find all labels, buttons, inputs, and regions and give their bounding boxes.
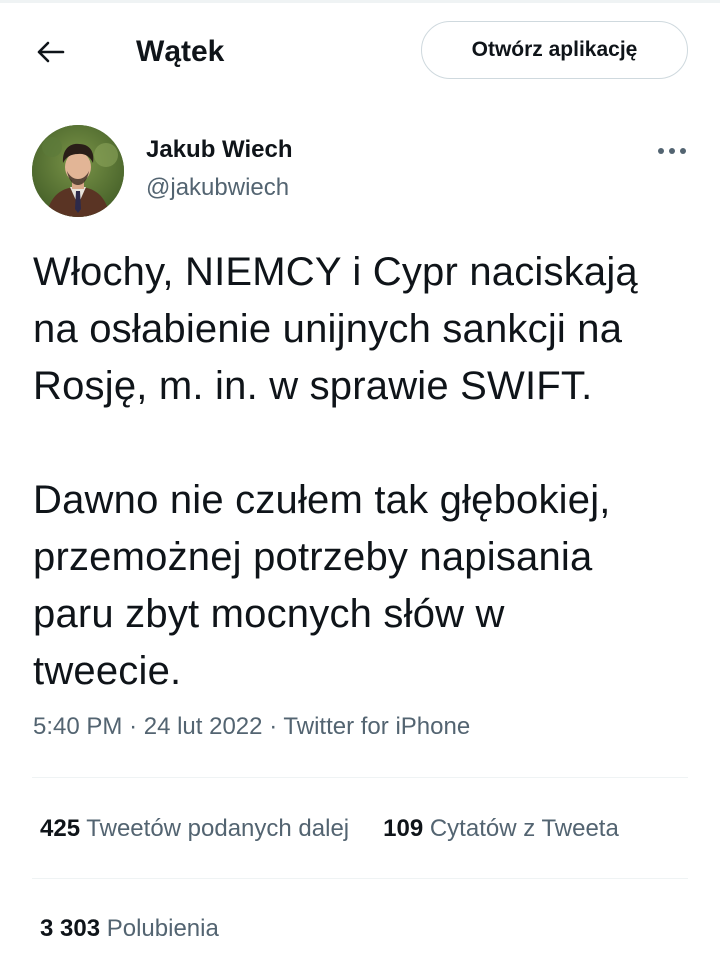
meta-separator: · [269, 713, 278, 740]
stats-row: 425 Tweetów podanych dalej 109 Cytatów z … [40, 812, 619, 846]
tweet-date[interactable]: 24 lut 2022 [144, 713, 263, 740]
likes-label: Polubienia [106, 915, 219, 942]
author-handle[interactable]: @jakubwiech [146, 172, 289, 204]
divider [32, 878, 688, 879]
tweet-time[interactable]: 5:40 PM [33, 713, 122, 740]
more-horizontal-icon [658, 148, 686, 154]
likes-row: 3 303 Polubienia [40, 912, 219, 946]
avatar-photo [32, 125, 124, 217]
likes-count: 3 303 [40, 915, 101, 942]
open-app-button[interactable]: Otwórz aplikację [421, 21, 688, 79]
tweet-source[interactable]: Twitter for iPhone [283, 713, 470, 740]
quotes-count: 109 [383, 815, 424, 842]
retweets-label: Tweetów podanych dalej [86, 815, 350, 842]
quotes-stat[interactable]: 109 Cytatów z Tweeta [383, 812, 619, 846]
divider [32, 777, 688, 778]
tweet-text: Włochy, NIEMCY i Cypr naciskają na osłab… [33, 250, 638, 693]
quotes-label: Cytatów z Tweeta [429, 815, 619, 842]
author-name[interactable]: Jakub Wiech [146, 134, 293, 166]
more-options-button[interactable] [652, 136, 692, 166]
back-button[interactable] [30, 32, 70, 72]
arrow-left-icon [37, 41, 65, 63]
avatar[interactable] [32, 125, 124, 217]
likes-stat[interactable]: 3 303 Polubienia [40, 912, 219, 946]
retweets-count: 425 [40, 815, 81, 842]
meta-separator: · [129, 713, 138, 740]
page-title: Wątek [136, 35, 225, 68]
top-bar: Wątek Otwórz aplikację [0, 0, 720, 104]
retweets-stat[interactable]: 425 Tweetów podanych dalej [40, 812, 349, 846]
tweet-meta: 5:40 PM · 24 lut 2022 · Twitter for iPho… [33, 710, 470, 744]
